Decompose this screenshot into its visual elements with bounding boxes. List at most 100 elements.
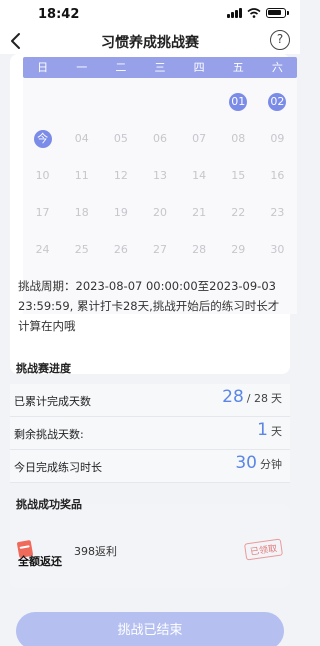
calendar-cell: 13 — [140, 157, 179, 194]
calendar-cell: 01 — [219, 83, 258, 120]
calendar-cell: 06 — [140, 120, 179, 157]
reward-section: 挑战成功奖品 全额返还 398返利 已领取 — [10, 498, 290, 588]
nav-bar: 习惯养成挑战赛 ? — [0, 28, 300, 54]
calendar-day[interactable]: 22 — [229, 204, 247, 222]
calendar-day[interactable]: 14 — [190, 167, 208, 185]
completed-days-label: 已累计完成天数 — [14, 395, 91, 408]
wifi-icon — [247, 8, 261, 18]
calendar-day[interactable]: 21 — [190, 204, 208, 222]
status-bar: 18:42 — [0, 0, 300, 28]
calendar-cell: 05 — [101, 120, 140, 157]
reward-name: 全额返还 — [18, 555, 62, 568]
calendar-day[interactable]: 20 — [151, 204, 169, 222]
calendar-day[interactable]: 07 — [190, 130, 208, 148]
calendar-day[interactable]: 24 — [34, 241, 52, 259]
remaining-days-value: 1 天 — [257, 420, 282, 440]
calendar-cell: 22 — [219, 194, 258, 231]
progress-row-remaining: 剩余挑战天数: 1 天 — [10, 417, 290, 450]
help-icon[interactable]: ? — [270, 30, 290, 50]
weekday-label: 日 — [37, 61, 49, 74]
calendar-day[interactable]: 05 — [112, 130, 130, 148]
calendar-cell: 08 — [219, 120, 258, 157]
claimed-stamp: 已领取 — [243, 538, 284, 561]
calendar-day[interactable]: 18 — [73, 204, 91, 222]
calendar-day[interactable]: 08 — [229, 130, 247, 148]
calendar-day[interactable]: 27 — [151, 241, 169, 259]
calendar-day[interactable]: 29 — [229, 241, 247, 259]
calendar-week-row: 今 04 05 06 07 08 09 — [23, 120, 297, 157]
calendar-day[interactable]: 13 — [151, 167, 169, 185]
page-title: 习惯养成挑战赛 — [101, 35, 199, 51]
calendar-day[interactable]: 30 — [268, 241, 286, 259]
today-duration-value: 30 分钟 — [235, 453, 282, 473]
calendar-cell: 12 — [101, 157, 140, 194]
challenge-period-text: 挑战周期：2023-08-07 00:00:00至2023-09-03 23:5… — [18, 279, 280, 333]
weekday-label: 一 — [76, 61, 88, 74]
calendar-cell: 25 — [62, 231, 101, 268]
calendar-cell: 04 — [62, 120, 101, 157]
calendar-cell: 27 — [140, 231, 179, 268]
battery-icon — [266, 8, 289, 18]
calendar-week-row: 24 25 26 27 28 29 30 — [23, 231, 297, 268]
calendar-cell: 15 — [219, 157, 258, 194]
calendar-day[interactable]: 17 — [34, 204, 52, 222]
calendar-week-row: 01 02 — [23, 83, 297, 120]
calendar-cell: 28 — [180, 231, 219, 268]
calendar-day[interactable]: 23 — [268, 204, 286, 222]
calendar-cell — [62, 83, 101, 120]
calendar-day[interactable]: 28 — [190, 241, 208, 259]
calendar-day[interactable]: 01 — [229, 92, 248, 111]
calendar-day[interactable]: 02 — [268, 92, 287, 111]
progress-section: 挑战赛进度 已累计完成天数 28 / 28 天 剩余挑战天数: 1 天 今日完成… — [10, 362, 290, 483]
calendar-cell: 14 — [180, 157, 219, 194]
calendar-cell: 24 — [23, 231, 62, 268]
weekday-header: 日一二三四五六 — [23, 57, 297, 78]
calendar-cell: 20 — [140, 194, 179, 231]
reward-description: 398返利 — [74, 545, 117, 558]
calendar-cell — [140, 83, 179, 120]
progress-row-completed: 已累计完成天数 28 / 28 天 — [10, 384, 290, 417]
calendar-cell: 23 — [258, 194, 297, 231]
calendar-today[interactable]: 今 — [33, 129, 52, 148]
today-duration-label: 今日完成练习时长 — [14, 461, 102, 474]
calendar-cell — [23, 83, 62, 120]
calendar-cell: 今 — [23, 120, 62, 157]
progress-row-duration: 今日完成练习时长 30 分钟 — [10, 450, 290, 483]
calendar-cell: 29 — [219, 231, 258, 268]
calendar-cell — [101, 83, 140, 120]
calendar-cell: 09 — [258, 120, 297, 157]
calendar-day[interactable]: 19 — [112, 204, 130, 222]
calendar-day[interactable]: 25 — [73, 241, 91, 259]
weekday-label: 六 — [271, 61, 283, 74]
calendar-cell — [180, 83, 219, 120]
calendar-day[interactable]: 09 — [268, 130, 286, 148]
weekday-label: 二 — [115, 61, 127, 74]
calendar-cell: 19 — [101, 194, 140, 231]
signal-icon — [227, 8, 242, 18]
weekday-label: 四 — [193, 61, 205, 74]
calendar-day[interactable]: 04 — [73, 130, 91, 148]
calendar-week-row: 10 11 12 13 14 15 16 — [23, 157, 297, 194]
calendar-day[interactable]: 12 — [112, 167, 130, 185]
calendar-cell: 18 — [62, 194, 101, 231]
calendar-cell: 30 — [258, 231, 297, 268]
calendar-cell: 17 — [23, 194, 62, 231]
calendar-day[interactable]: 06 — [151, 130, 169, 148]
completed-days-value: 28 / 28 天 — [222, 387, 282, 407]
calendar-week-row: 17 18 19 20 21 22 23 — [23, 194, 297, 231]
calendar-cell: 21 — [180, 194, 219, 231]
weekday-label: 三 — [154, 61, 166, 74]
calendar-card: 日一二三四五六 01 02 今 04 05 06 07 08 09 10 11 12 13 14 15 16 1… — [10, 54, 297, 374]
calendar-cell: 10 — [23, 157, 62, 194]
weekday-label: 五 — [232, 61, 244, 74]
calendar-day[interactable]: 26 — [112, 241, 130, 259]
progress-title: 挑战赛进度 — [16, 362, 71, 375]
challenge-ended-button[interactable]: 挑战已结束 — [16, 612, 284, 646]
calendar-cell: 26 — [101, 231, 140, 268]
calendar-day[interactable]: 11 — [73, 167, 91, 185]
calendar-day[interactable]: 16 — [268, 167, 286, 185]
calendar-day[interactable]: 10 — [34, 167, 52, 185]
calendar-cell: 16 — [258, 157, 297, 194]
calendar-day[interactable]: 15 — [229, 167, 247, 185]
status-time: 18:42 — [38, 7, 80, 22]
